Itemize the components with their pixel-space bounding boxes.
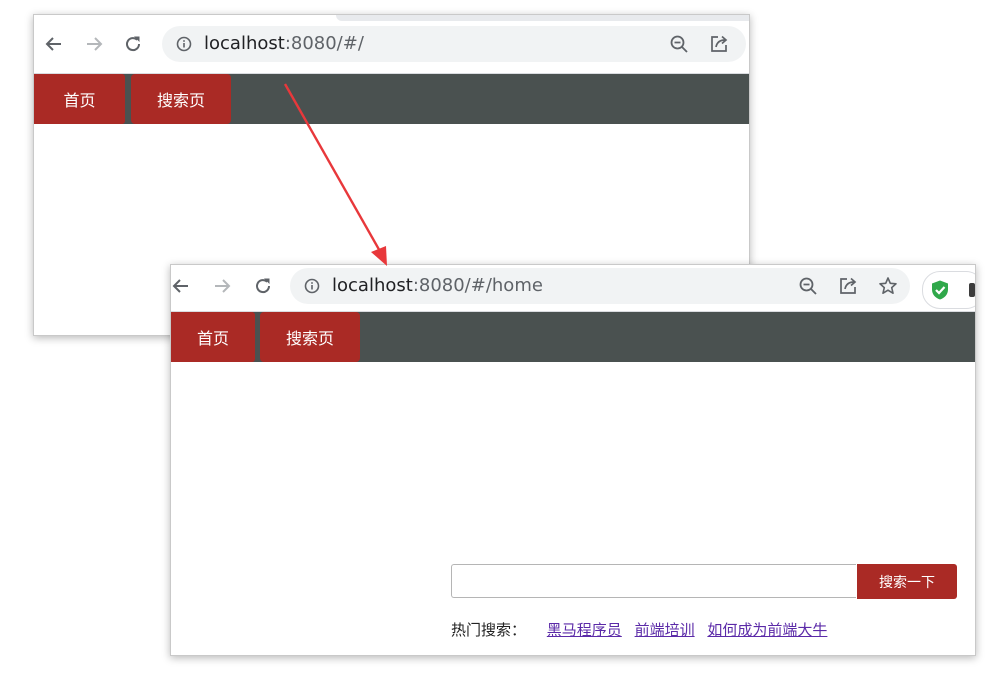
reload-icon [256, 278, 271, 294]
arrow-right-icon [215, 279, 231, 293]
browser-toolbar: localhost:8080/#/ [34, 15, 749, 74]
tab-strip [336, 15, 749, 21]
arrow-left-icon [45, 37, 61, 51]
nav-home-tab[interactable]: 首页 [171, 312, 255, 362]
reload-button[interactable] [121, 32, 145, 56]
nav-search-tab[interactable]: 搜索页 [131, 74, 231, 124]
hot-search-label: 热门搜索： [451, 621, 527, 639]
hot-search-row: 热门搜索： 黑马程序员 前端培训 如何成为前端大牛 [451, 620, 835, 640]
url-path: :8080/#/home [412, 275, 543, 296]
shield-check-icon [932, 280, 948, 300]
url-host: localhost [332, 275, 413, 296]
zoom-button[interactable] [797, 275, 819, 297]
star-icon [879, 277, 897, 294]
search-input[interactable] [451, 564, 856, 598]
zoom-button[interactable] [668, 33, 690, 55]
share-button[interactable] [708, 33, 730, 55]
app-navbar: 首页 搜索页 [34, 74, 749, 124]
forward-button[interactable] [82, 32, 106, 56]
reload-button[interactable] [251, 274, 275, 298]
info-icon[interactable] [304, 278, 320, 294]
hot-search-link[interactable]: 如何成为前端大牛 [707, 621, 827, 639]
address-url[interactable]: localhost:8080/#/home [332, 275, 543, 297]
arrow-right-icon [87, 37, 103, 51]
forward-button[interactable] [210, 274, 234, 298]
zoom-out-icon [670, 35, 688, 53]
share-button[interactable] [837, 275, 859, 297]
back-button[interactable] [171, 274, 193, 298]
info-icon[interactable] [176, 36, 192, 52]
share-icon [711, 35, 728, 52]
hot-search-link[interactable]: 黑马程序员 [547, 621, 622, 639]
share-icon [840, 277, 857, 294]
browser-window-home: localhost:8080/#/home 首页 搜索页 搜索一下 热门搜索： … [170, 264, 976, 656]
search-button[interactable]: 搜索一下 [857, 564, 957, 599]
app-navbar: 首页 搜索页 [171, 312, 975, 362]
bookmark-button[interactable] [877, 275, 899, 297]
back-button[interactable] [42, 32, 66, 56]
reload-icon [126, 36, 141, 52]
extension-icon-partial[interactable] [969, 283, 975, 297]
nav-search-tab[interactable]: 搜索页 [260, 312, 360, 362]
url-path: :8080/#/ [284, 33, 364, 54]
hot-search-link[interactable]: 前端培训 [635, 621, 695, 639]
extension-button[interactable] [922, 271, 975, 309]
zoom-out-icon [799, 277, 817, 295]
arrow-left-icon [172, 279, 188, 293]
browser-toolbar: localhost:8080/#/home [171, 265, 975, 312]
address-bar[interactable]: localhost:8080/#/home [290, 268, 910, 304]
address-bar[interactable]: localhost:8080/#/ [162, 26, 746, 62]
address-url[interactable]: localhost:8080/#/ [204, 33, 364, 55]
url-host: localhost [204, 33, 285, 54]
nav-home-tab[interactable]: 首页 [34, 74, 125, 124]
